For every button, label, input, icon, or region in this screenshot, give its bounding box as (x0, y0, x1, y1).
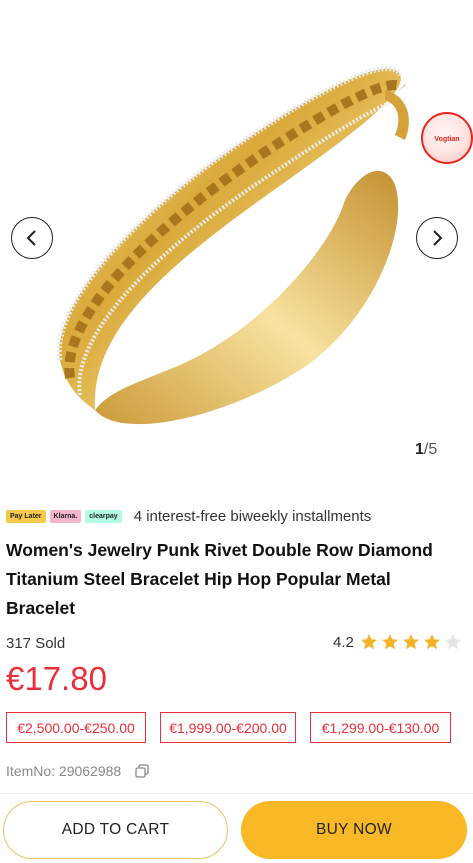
sold-count: 317 Sold (6, 635, 66, 652)
coupon-list: €2,500.00-€250.00 €1,999.00-€200.00 €1,2… (6, 712, 465, 743)
copy-icon[interactable] (135, 764, 149, 778)
divider (0, 793, 473, 794)
promo-badge[interactable]: Vogtian (421, 112, 473, 164)
rating-value: 4.2 (333, 633, 354, 651)
image-counter-current: 1 (415, 441, 424, 458)
rating-stars (360, 633, 465, 651)
star-icon (444, 634, 461, 650)
product-image (56, 66, 409, 425)
star-icon (360, 634, 377, 650)
add-to-cart-button[interactable]: ADD TO CART (3, 801, 228, 859)
product-rating[interactable]: 4.2 (333, 633, 465, 651)
star-icon (402, 634, 419, 650)
buy-now-button[interactable]: BUY NOW (241, 801, 467, 859)
item-number: ItemNo: 29062988 (6, 763, 149, 779)
star-icon (423, 634, 440, 650)
promo-badge-text: Vogtian (434, 136, 460, 143)
chevron-left-icon (26, 230, 36, 246)
coupon[interactable]: €1,299.00-€130.00 (310, 712, 451, 743)
image-counter-total: /5 (423, 441, 438, 458)
chevron-right-icon (433, 230, 443, 246)
product-price: €17.80 (6, 660, 107, 697)
product-title: Women's Jewelry Punk Rivet Double Row Di… (6, 540, 433, 618)
previous-image-button[interactable] (11, 217, 53, 259)
star-icon (381, 634, 398, 650)
klarna-logo: Klarna. (49, 509, 82, 523)
product-image-gallery[interactable]: Vogtian 1/5 (0, 0, 473, 475)
clearpay-logo: clearpay (85, 509, 122, 523)
installments-text: 4 interest-free biweekly installments (133, 507, 372, 525)
payment-options[interactable]: Pay Later Klarna. clearpay 4 interest-fr… (6, 506, 371, 526)
coupon[interactable]: €2,500.00-€250.00 (6, 712, 146, 743)
image-counter: 1/5 (415, 441, 437, 459)
pay-later-logo: Pay Later (6, 509, 46, 523)
item-number-text: ItemNo: 29062988 (6, 763, 122, 779)
next-image-button[interactable] (416, 217, 458, 259)
coupon[interactable]: €1,999.00-€200.00 (160, 712, 296, 743)
